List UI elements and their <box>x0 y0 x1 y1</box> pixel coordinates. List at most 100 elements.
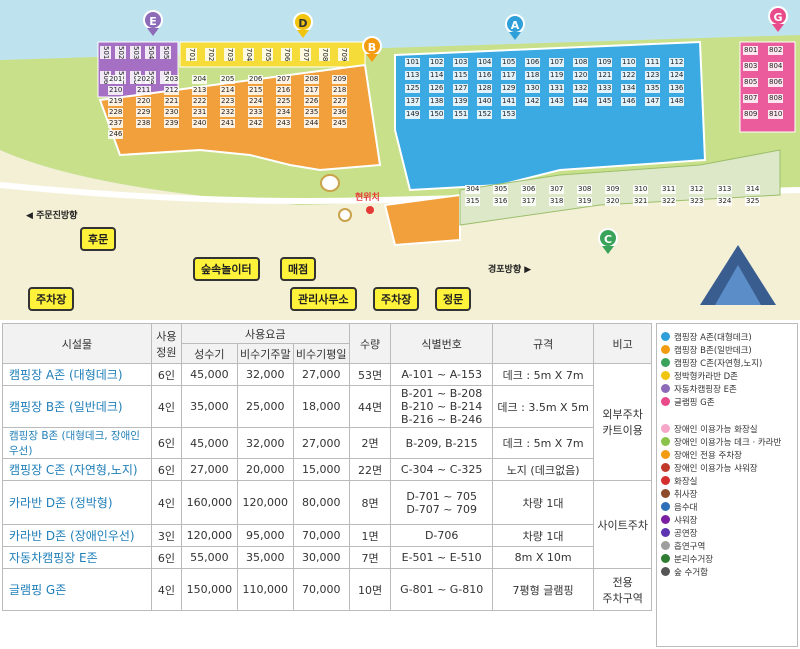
site-a-143[interactable]: 143 <box>549 97 565 106</box>
site-d-704[interactable]: 704 <box>243 48 254 62</box>
site-b-217[interactable]: 217 <box>304 86 320 95</box>
site-a-142[interactable]: 142 <box>525 97 541 106</box>
site-a-113[interactable]: 113 <box>405 71 421 80</box>
site-b-214[interactable]: 214 <box>220 86 236 95</box>
site-b-206[interactable]: 206 <box>248 75 264 84</box>
site-b-239[interactable]: 239 <box>164 119 180 128</box>
site-a-105[interactable]: 105 <box>501 58 517 67</box>
site-c-317[interactable]: 317 <box>521 197 537 206</box>
site-a-111[interactable]: 111 <box>645 58 661 67</box>
site-a-126[interactable]: 126 <box>429 84 445 93</box>
site-b-232[interactable]: 232 <box>220 108 236 117</box>
site-b-207[interactable]: 207 <box>276 75 292 84</box>
site-b-204[interactable]: 204 <box>192 75 208 84</box>
site-g-809[interactable]: 809 <box>743 110 759 119</box>
site-b-222[interactable]: 222 <box>192 97 208 106</box>
site-a-101[interactable]: 101 <box>405 58 421 67</box>
site-d-707[interactable]: 707 <box>300 48 311 62</box>
site-a-121[interactable]: 121 <box>597 71 613 80</box>
site-b-210[interactable]: 210 <box>108 86 124 95</box>
site-b-209[interactable]: 209 <box>332 75 348 84</box>
site-b-212[interactable]: 212 <box>164 86 180 95</box>
site-b-216[interactable]: 216 <box>276 86 292 95</box>
site-b-226[interactable]: 226 <box>304 97 320 106</box>
site-a-124[interactable]: 124 <box>669 71 685 80</box>
site-a-110[interactable]: 110 <box>621 58 637 67</box>
site-b-205[interactable]: 205 <box>220 75 236 84</box>
site-b-235[interactable]: 235 <box>304 108 320 117</box>
site-b-244[interactable]: 244 <box>304 119 320 128</box>
site-b-234[interactable]: 234 <box>276 108 292 117</box>
site-a-140[interactable]: 140 <box>477 97 493 106</box>
site-a-129[interactable]: 129 <box>501 84 517 93</box>
site-c-304[interactable]: 304 <box>465 185 481 194</box>
site-b-203[interactable]: 203 <box>164 75 180 84</box>
site-b-245[interactable]: 245 <box>332 119 348 128</box>
site-a-144[interactable]: 144 <box>573 97 589 106</box>
site-b-229[interactable]: 229 <box>136 108 152 117</box>
site-c-313[interactable]: 313 <box>717 185 733 194</box>
site-b-236[interactable]: 236 <box>332 108 348 117</box>
site-g-805[interactable]: 805 <box>743 78 759 87</box>
site-c-319[interactable]: 319 <box>577 197 593 206</box>
site-d-702[interactable]: 702 <box>205 48 216 62</box>
site-a-130[interactable]: 130 <box>525 84 541 93</box>
site-a-107[interactable]: 107 <box>549 58 565 67</box>
site-a-145[interactable]: 145 <box>597 97 613 106</box>
site-c-307[interactable]: 307 <box>549 185 565 194</box>
site-b-228[interactable]: 228 <box>108 108 124 117</box>
site-b-215[interactable]: 215 <box>248 86 264 95</box>
site-d-701[interactable]: 701 <box>186 48 197 62</box>
site-a-116[interactable]: 116 <box>477 71 493 80</box>
site-a-149[interactable]: 149 <box>405 110 421 119</box>
site-b-223[interactable]: 223 <box>220 97 236 106</box>
site-a-131[interactable]: 131 <box>549 84 565 93</box>
site-c-305[interactable]: 305 <box>493 185 509 194</box>
site-a-118[interactable]: 118 <box>525 71 541 80</box>
site-d-706[interactable]: 706 <box>281 48 292 62</box>
site-e-503[interactable]: 503 <box>130 46 141 60</box>
site-g-803[interactable]: 803 <box>743 62 759 71</box>
site-a-117[interactable]: 117 <box>501 71 517 80</box>
site-b-201[interactable]: 201 <box>108 75 124 84</box>
site-g-801[interactable]: 801 <box>743 46 759 55</box>
site-d-708[interactable]: 708 <box>319 48 330 62</box>
site-a-148[interactable]: 148 <box>669 97 685 106</box>
site-a-123[interactable]: 123 <box>645 71 661 80</box>
site-c-308[interactable]: 308 <box>577 185 593 194</box>
site-b-221[interactable]: 221 <box>164 97 180 106</box>
site-b-208[interactable]: 208 <box>304 75 320 84</box>
site-c-312[interactable]: 312 <box>689 185 705 194</box>
site-a-151[interactable]: 151 <box>453 110 469 119</box>
site-a-125[interactable]: 125 <box>405 84 421 93</box>
site-a-103[interactable]: 103 <box>453 58 469 67</box>
site-c-323[interactable]: 323 <box>689 197 705 206</box>
site-a-136[interactable]: 136 <box>669 84 685 93</box>
site-b-213[interactable]: 213 <box>192 86 208 95</box>
site-c-310[interactable]: 310 <box>633 185 649 194</box>
site-a-112[interactable]: 112 <box>669 58 685 67</box>
site-c-322[interactable]: 322 <box>661 197 677 206</box>
site-b-225[interactable]: 225 <box>276 97 292 106</box>
site-a-135[interactable]: 135 <box>645 84 661 93</box>
site-b-227[interactable]: 227 <box>332 97 348 106</box>
site-a-119[interactable]: 119 <box>549 71 565 80</box>
site-c-316[interactable]: 316 <box>493 197 509 206</box>
site-b-241[interactable]: 241 <box>220 119 236 128</box>
site-g-806[interactable]: 806 <box>768 78 784 87</box>
site-a-108[interactable]: 108 <box>573 58 589 67</box>
site-b-219[interactable]: 219 <box>108 97 124 106</box>
site-b-240[interactable]: 240 <box>192 119 208 128</box>
site-e-502[interactable]: 502 <box>115 46 126 60</box>
site-b-218[interactable]: 218 <box>332 86 348 95</box>
site-b-246[interactable]: 246 <box>108 130 124 139</box>
site-a-122[interactable]: 122 <box>621 71 637 80</box>
site-a-152[interactable]: 152 <box>477 110 493 119</box>
site-g-810[interactable]: 810 <box>768 110 784 119</box>
site-a-102[interactable]: 102 <box>429 58 445 67</box>
site-b-230[interactable]: 230 <box>164 108 180 117</box>
site-a-132[interactable]: 132 <box>573 84 589 93</box>
site-b-242[interactable]: 242 <box>248 119 264 128</box>
site-a-127[interactable]: 127 <box>453 84 469 93</box>
site-a-114[interactable]: 114 <box>429 71 445 80</box>
